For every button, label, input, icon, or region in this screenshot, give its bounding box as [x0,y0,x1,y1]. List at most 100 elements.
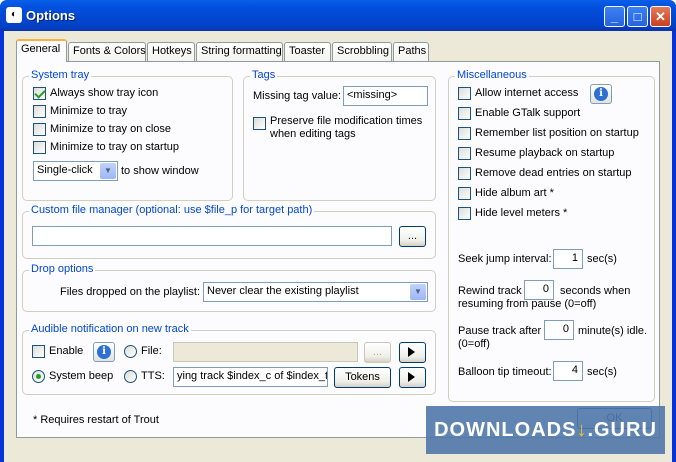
always-show-tray-checkbox[interactable] [33,87,46,100]
seek-interval-label: Seek jump interval: [458,253,552,265]
rewind-label: Rewind track [458,285,522,297]
missing-tag-label: Missing tag value: [253,90,342,102]
balloon-timeout-label: Balloon tip timeout: [458,366,552,378]
group-title: System tray [29,69,92,81]
tokens-button[interactable]: Tokens [334,367,391,388]
tab-toaster[interactable]: Toaster [284,42,331,61]
checkbox-label: Minimize to tray on startup [50,141,179,153]
hide-level-meters-checkbox[interactable] [458,207,471,220]
select-value: Never clear the existing playlist [207,285,359,297]
checkbox-label: Enable GTalk support [475,107,581,119]
checkbox-label: Hide level meters * [475,207,568,219]
checkbox-label: Always show tray icon [50,87,159,99]
tab-fonts-colors[interactable]: Fonts & Colors [68,42,146,61]
drop-label: Files dropped on the playlist: [60,286,201,298]
title-bar[interactable]: ◐ Options _ □ ✕ [0,0,676,31]
info-icon[interactable]: i [590,84,612,104]
chevron-down-icon[interactable]: ▼ [410,284,426,300]
group-title: Tags [250,69,278,81]
play-tts-icon[interactable] [399,367,426,388]
checkbox-label: Minimize to tray on close [50,123,172,135]
close-button[interactable]: ✕ [650,6,671,27]
miscellaneous-group: Miscellaneous Allow internet access i En… [448,69,655,402]
tab-general[interactable]: General [16,39,67,62]
tts-radio[interactable] [124,370,137,383]
window-title: Options [26,8,76,23]
missing-tag-input[interactable]: <missing> [343,86,428,106]
checkbox-label: Minimize to tray [50,105,128,117]
checkbox-label: Remove dead entries on startup [475,167,632,179]
preserve-mtime-label-2: when editing tags [270,128,356,140]
drop-behavior-select[interactable]: Never clear the existing playlist ▼ [203,282,428,302]
system-beep-label: System beep [49,370,114,382]
minimize-on-startup-checkbox[interactable] [33,141,46,154]
file-radio[interactable] [124,345,137,358]
hide-album-art-checkbox[interactable] [458,187,471,200]
seek-interval-unit: sec(s) [587,253,617,265]
file-manager-browse-button[interactable]: ... [399,226,426,247]
select-value: Single-click [37,164,93,176]
checkbox-label: Remember list position on startup [475,127,639,139]
options-window: ◐ Options _ □ ✕ General Fonts & Colors H… [0,0,676,462]
maximize-button[interactable]: □ [627,6,648,27]
minimize-button[interactable]: _ [604,6,625,27]
click-mode-suffix: to show window [121,165,199,177]
tab-paths[interactable]: Paths [393,42,429,61]
rewind-input[interactable]: 0 [524,280,554,300]
restart-footnote: * Requires restart of Trout [33,414,159,426]
balloon-timeout-input[interactable]: 4 [553,361,583,381]
balloon-timeout-unit: sec(s) [587,366,617,378]
tts-label: TTS: [141,370,165,382]
group-title: Audible notification on new track [29,323,191,335]
enable-gtalk-checkbox[interactable] [458,107,471,120]
pause-after-suffix-2: (0=off) [458,338,490,350]
file-radio-label: File: [141,345,162,357]
drop-options-group: Drop options Files dropped on the playli… [22,263,436,312]
rewind-suffix: seconds when [560,285,631,297]
pause-after-suffix: minute(s) idle. [578,325,648,337]
tab-scrobbling[interactable]: Scrobbling [332,42,392,61]
watermark-text: DOWNLOADS [434,419,577,441]
preserve-mtime-checkbox[interactable] [253,117,266,130]
dialog-client: General Fonts & Colors Hotkeys String fo… [4,31,672,462]
downloads-guru-watermark: DOWNLOADS↓.GURU [426,406,665,454]
checkbox-label: Hide album art * [475,187,554,199]
checkbox-label: Resume playback on startup [475,147,615,159]
allow-internet-checkbox[interactable] [458,87,471,100]
trout-app-icon[interactable]: ◐ [6,7,22,23]
tab-string-formatting[interactable]: String formatting [196,42,283,61]
group-title: Drop options [29,263,96,275]
preserve-mtime-label: Preserve file modification times [270,115,423,127]
system-tray-group: System tray Always show tray icon Minimi… [22,69,233,201]
group-title: Custom file manager (optional: use $file… [29,204,315,216]
seek-interval-input[interactable]: 1 [553,249,583,269]
chevron-down-icon[interactable]: ▼ [100,163,116,179]
click-mode-select[interactable]: Single-click ▼ [33,161,118,181]
rewind-suffix-2: resuming from pause (0=off) [458,298,597,310]
checkbox-label: Allow internet access [475,87,579,99]
tab-hotkeys[interactable]: Hotkeys [147,42,195,61]
group-title: Miscellaneous [455,69,529,81]
pause-after-label: Pause track after [458,325,542,337]
file-path-input[interactable] [173,342,358,362]
enable-label: Enable [49,345,84,357]
download-arrow-icon: ↓ [576,419,588,441]
minimize-on-close-checkbox[interactable] [33,123,46,136]
resume-playback-checkbox[interactable] [458,147,471,160]
enable-notification-checkbox[interactable] [32,345,45,358]
minimize-to-tray-checkbox[interactable] [33,105,46,118]
file-manager-group: Custom file manager (optional: use $file… [22,204,436,259]
system-beep-radio[interactable] [32,370,45,383]
pause-after-input[interactable]: 0 [544,320,574,340]
tags-group: Tags Missing tag value: <missing> Preser… [243,69,436,201]
play-file-icon[interactable] [399,342,426,363]
info-icon[interactable]: i [93,342,115,362]
watermark-text-2: .GURU [587,419,657,441]
remember-position-checkbox[interactable] [458,127,471,140]
file-browse-button[interactable]: ... [364,342,391,363]
tts-text-input[interactable]: ying track $index_c of $index_t [173,367,328,387]
remove-dead-entries-checkbox[interactable] [458,167,471,180]
file-manager-input[interactable] [32,226,392,246]
audible-notification-group: Audible notification on new track Enable… [22,323,436,395]
general-panel: System tray Always show tray icon Minimi… [16,61,660,438]
